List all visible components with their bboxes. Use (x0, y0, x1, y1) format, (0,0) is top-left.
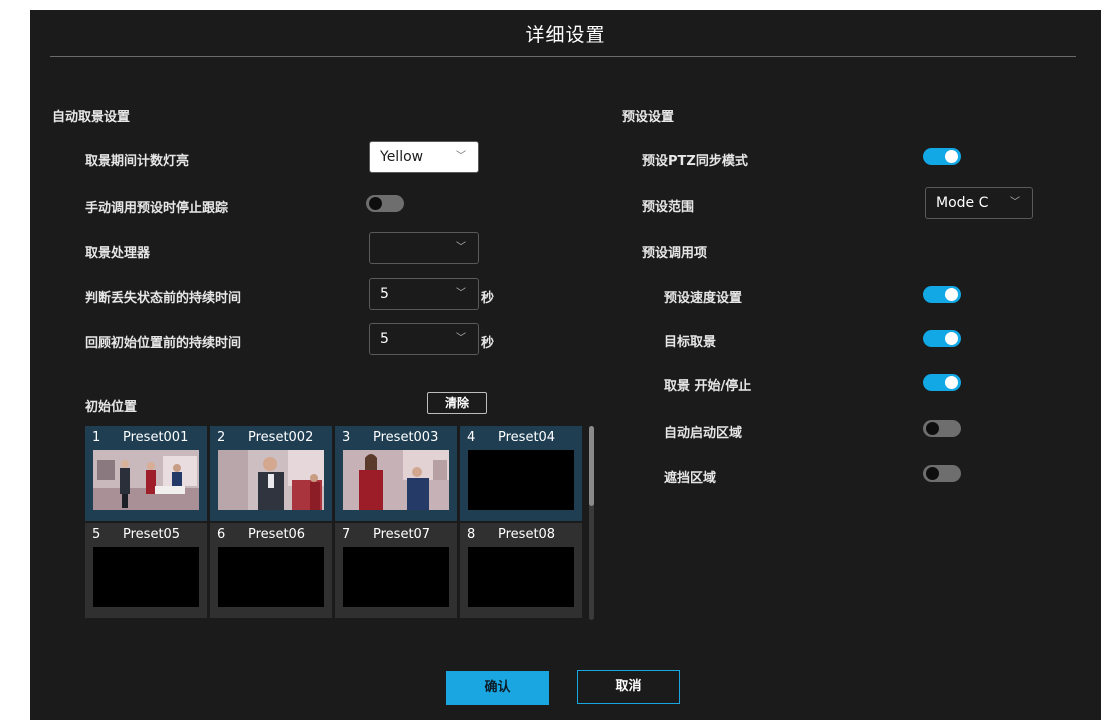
preset-range-label: 预设范围 (642, 200, 695, 215)
preset-number: 6 (217, 527, 226, 542)
preset-tile-3[interactable]: 3 Preset003 (335, 426, 457, 521)
preset-name: Preset07 (373, 527, 431, 542)
preset-name: Preset001 (123, 430, 189, 445)
clear-button[interactable]: 清除 (427, 392, 487, 414)
recall-items-label: 预设调用项 (642, 246, 708, 261)
preset-thumbnail (218, 547, 324, 607)
preset-thumbnail (468, 450, 574, 510)
target-framing-toggle[interactable] (923, 330, 961, 347)
preset-thumbnail (93, 450, 199, 510)
auto-start-area-toggle[interactable] (923, 420, 961, 437)
toggle-knob (945, 332, 958, 345)
preset-number: 1 (92, 430, 101, 445)
preset-range-select[interactable]: Mode C ﹀ (925, 187, 1033, 219)
seconds-unit-label: 秒 (481, 336, 495, 351)
confirm-button[interactable]: 确认 (446, 671, 549, 705)
preset-tile-8[interactable]: 8 Preset08 (460, 523, 582, 618)
target-framing-label: 目标取景 (664, 335, 717, 350)
auto-start-area-label: 自动启动区域 (664, 426, 743, 441)
chevron-down-icon: ﹀ (456, 333, 466, 344)
tally-lamp-value: Yellow (380, 149, 424, 165)
cancel-button[interactable]: 取消 (577, 670, 680, 704)
return-home-duration-value: 5 (380, 331, 389, 347)
preset-name: Preset06 (248, 527, 306, 542)
framing-processor-select[interactable]: ﹀ (369, 232, 479, 264)
preset-number: 2 (217, 430, 226, 445)
preset-number: 5 (92, 527, 101, 542)
preset-tile-2[interactable]: 2 Preset002 (210, 426, 332, 521)
dialog-title: 详细设置 (525, 24, 606, 46)
preset-scrollbar[interactable] (589, 426, 594, 620)
stop-tracking-label: 手动调用预设时停止跟踪 (85, 201, 229, 216)
masking-area-toggle[interactable] (923, 465, 961, 482)
preset-tile-4[interactable]: 4 Preset04 (460, 426, 582, 521)
initial-position-title: 初始位置 (85, 400, 138, 415)
lost-state-duration-select[interactable]: 5 ﹀ (369, 278, 479, 310)
title-divider (50, 56, 1076, 57)
toggle-knob (926, 467, 939, 480)
preset-tile-6[interactable]: 6 Preset06 (210, 523, 332, 618)
preset-number: 3 (342, 430, 351, 445)
lost-state-duration-label: 判断丢失状态前的持续时间 (85, 291, 242, 306)
preset-settings-section-title: 预设设置 (622, 110, 675, 125)
preset-name: Preset08 (498, 527, 556, 542)
preset-number: 8 (467, 527, 476, 542)
preset-thumbnail (343, 450, 449, 510)
preset-name: Preset002 (248, 430, 314, 445)
preset-speed-label: 预设速度设置 (664, 291, 743, 306)
preset-thumbnail (218, 450, 324, 510)
preset-thumbnail (93, 547, 199, 607)
framing-processor-label: 取景处理器 (85, 246, 151, 261)
preset-thumbnail (343, 547, 449, 607)
toggle-knob (945, 150, 958, 163)
auto-framing-section-title: 自动取景设置 (52, 110, 131, 125)
preset-name: Preset003 (373, 430, 439, 445)
lost-state-duration-value: 5 (380, 286, 389, 302)
preset-tile-5[interactable]: 5 Preset05 (85, 523, 207, 618)
preset-range-value: Mode C (936, 195, 989, 211)
toggle-knob (945, 376, 958, 389)
preset-thumbnail (468, 547, 574, 607)
toggle-knob (926, 422, 939, 435)
preset-number: 4 (467, 430, 476, 445)
preset-name: Preset05 (123, 527, 181, 542)
preset-speed-toggle[interactable] (923, 286, 961, 303)
framing-start-stop-label: 取景 开始/停止 (664, 379, 752, 394)
tally-lamp-label: 取景期间计数灯亮 (85, 154, 190, 169)
chevron-down-icon: ﹀ (456, 242, 466, 253)
toggle-knob (945, 288, 958, 301)
scrollbar-thumb[interactable] (589, 426, 594, 506)
stop-tracking-toggle[interactable] (366, 195, 404, 212)
seconds-unit-label: 秒 (481, 291, 495, 306)
chevron-down-icon: ﹀ (456, 288, 466, 299)
preset-number: 7 (342, 527, 351, 542)
masking-area-label: 遮挡区域 (664, 471, 717, 486)
ptz-sync-toggle[interactable] (923, 148, 961, 165)
framing-start-stop-toggle[interactable] (923, 374, 961, 391)
toggle-knob (369, 197, 382, 210)
tally-lamp-select[interactable]: Yellow ﹀ (369, 141, 479, 173)
chevron-down-icon: ﹀ (456, 151, 466, 162)
preset-name: Preset04 (498, 430, 556, 445)
ptz-sync-label: 预设PTZ同步模式 (642, 154, 748, 169)
preset-tile-1[interactable]: 1 Preset001 (85, 426, 207, 521)
chevron-down-icon: ﹀ (1010, 197, 1020, 208)
detail-settings-dialog: 详细设置 自动取景设置 取景期间计数灯亮 Yellow ﹀ 手动调用预设时停止跟… (30, 10, 1101, 720)
preset-tile-7[interactable]: 7 Preset07 (335, 523, 457, 618)
return-home-duration-select[interactable]: 5 ﹀ (369, 323, 479, 355)
return-home-duration-label: 回顾初始位置前的持续时间 (85, 336, 242, 351)
